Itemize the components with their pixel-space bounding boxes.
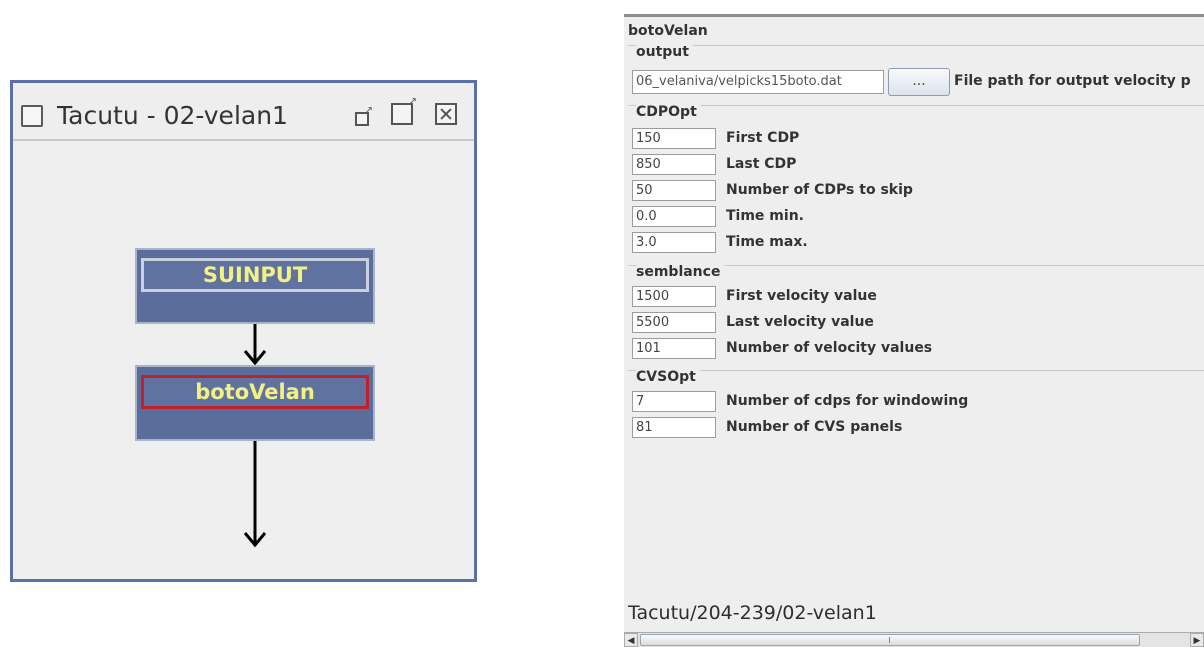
group-cdpopt: CDPOpt 150 First CDP 850 Last CDP 50 Num… [628, 104, 1204, 266]
status-path: Tacutu/204-239/02-velan1 [628, 602, 877, 624]
close-icon[interactable] [435, 103, 457, 125]
window-menu-icon[interactable] [21, 105, 43, 127]
param-label: Number of CDPs to skip [726, 182, 913, 198]
output-path-label: File path for output velocity p [954, 73, 1191, 89]
flow-window-titlebar[interactable]: Tacutu - 02-velan1 ↗ ↗ [13, 83, 474, 141]
cdps-windowing-field[interactable]: 7 [632, 391, 716, 412]
cvs-panels-field[interactable]: 81 [632, 417, 716, 438]
first-velocity-field[interactable]: 1500 [632, 286, 716, 307]
param-label: Last CDP [726, 156, 797, 172]
param-label: Last velocity value [726, 314, 874, 330]
time-max-field[interactable]: 3.0 [632, 232, 716, 253]
browse-button[interactable]: ... [888, 68, 950, 96]
param-label: First CDP [726, 130, 800, 146]
flow-connections [243, 324, 267, 548]
num-velocity-field[interactable]: 101 [632, 338, 716, 359]
maximize-icon[interactable]: ↗ [391, 97, 417, 125]
last-cdp-field[interactable]: 850 [632, 154, 716, 175]
flow-canvas[interactable]: SUINPUT botoVelan [13, 141, 474, 579]
parameter-panel: botoVelan output 06_velaniva/velpicks15b… [624, 14, 1204, 647]
output-path-row: 06_velaniva/velpicks15boto.dat ... File … [628, 68, 1204, 98]
flow-node-label: botoVelan [141, 375, 369, 409]
group-title: output [636, 44, 693, 60]
scrollbar-thumb[interactable] [640, 634, 1140, 646]
param-label: Number of CVS panels [726, 419, 903, 435]
param-label: Number of velocity values [726, 340, 933, 356]
last-velocity-field[interactable]: 5500 [632, 312, 716, 333]
horizontal-scrollbar[interactable]: ◀ ▶ [624, 632, 1204, 647]
param-label: Time max. [726, 234, 808, 250]
param-label: Number of cdps for windowing [726, 393, 969, 409]
param-label: Time min. [726, 208, 804, 224]
flow-window: Tacutu - 02-velan1 ↗ ↗ SUINPUT botoVelan [10, 80, 477, 582]
scrollbar-grip [889, 637, 890, 643]
group-title: semblance [636, 264, 725, 280]
flow-node-suinput[interactable]: SUINPUT [135, 248, 375, 324]
group-title: CVSOpt [636, 369, 700, 385]
cdps-to-skip-field[interactable]: 50 [632, 180, 716, 201]
minimize-icon[interactable]: ↗ [355, 106, 373, 126]
group-semblance: semblance 1500 First velocity value 5500… [628, 264, 1204, 372]
flow-node-botovelan[interactable]: botoVelan [135, 365, 375, 441]
group-title: CDPOpt [636, 104, 701, 120]
param-label: First velocity value [726, 288, 877, 304]
time-min-field[interactable]: 0.0 [632, 206, 716, 227]
group-output: output 06_velaniva/velpicks15boto.dat ..… [628, 44, 1204, 106]
panel-title: botoVelan [628, 23, 708, 39]
group-cvsopt: CVSOpt 7 Number of cdps for windowing 81… [628, 369, 1204, 451]
output-path-field[interactable]: 06_velaniva/velpicks15boto.dat [632, 70, 884, 94]
first-cdp-field[interactable]: 150 [632, 128, 716, 149]
flow-node-label: SUINPUT [141, 258, 369, 292]
scroll-left-icon[interactable]: ◀ [624, 633, 638, 647]
scroll-right-icon[interactable]: ▶ [1190, 633, 1204, 647]
flow-window-title: Tacutu - 02-velan1 [57, 101, 288, 130]
